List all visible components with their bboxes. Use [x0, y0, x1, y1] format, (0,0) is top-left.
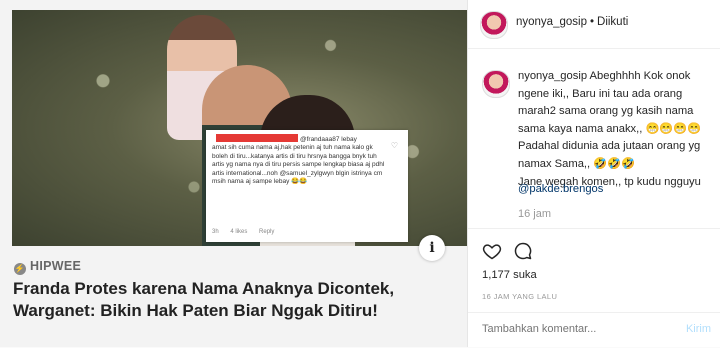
source-label: ⚡ HIPWEE [14, 259, 81, 275]
caption-line-2: Padahal didunia ada jutaan orang yg nama… [518, 140, 701, 170]
header-username[interactable]: nyonya_gosip [516, 16, 587, 28]
instagram-post-frame: @frandaaa87 lebay amat sih cuma nama aj,… [0, 0, 720, 347]
post-details-panel: nyonya_gosip • Diikuti nyonya_gosip Abeghh… [467, 0, 720, 347]
header-separator: • [589, 16, 595, 28]
heart-icon[interactable] [482, 241, 502, 261]
post-actions: 1,177 suka 16 JAM YANG LALU [468, 228, 720, 319]
screenshot-comment-card: @frandaaa87 lebay amat sih cuma nama aj,… [206, 130, 408, 242]
comment-card-meta: 3h 4 likes Reply [212, 228, 284, 236]
comment-card-likes: 4 likes [230, 228, 248, 235]
follow-status[interactable]: Diikuti [597, 16, 628, 28]
article-headline: Franda Protes karena Nama Anaknya Dicont… [13, 279, 395, 320]
comment-card-reply: Reply [259, 228, 275, 235]
comment-card-handle: @frandaaa87 lebay [300, 136, 357, 143]
source-bolt-icon: ⚡ [14, 263, 26, 275]
avatar[interactable] [480, 11, 508, 39]
caption-username[interactable]: nyonya_gosip [518, 70, 587, 82]
heart-outline-icon: ♡ [390, 141, 398, 150]
source-name: HIPWEE [30, 259, 82, 273]
caption-mention-link[interactable]: @pakde.brengos [518, 183, 603, 195]
comment-card-body: @frandaaa87 lebay amat sih cuma nama aj,… [212, 136, 390, 186]
add-comment-bar: Kirim [468, 312, 720, 348]
comment-card-time: 3h [212, 228, 219, 235]
info-icon[interactable]: i [419, 235, 445, 261]
post-date: 16 JAM YANG LALU [482, 292, 558, 301]
post-media-panel: @frandaaa87 lebay amat sih cuma nama aj,… [0, 0, 467, 347]
post-header: nyonya_gosip • Diikuti [468, 0, 720, 49]
caption-time: 16 jam [518, 208, 552, 220]
caption: nyonya_gosip Abeghhhh Kok onok ngene iki… [518, 68, 718, 191]
comment-card-emoji: 😂😂 [291, 178, 308, 186]
post-comment-button[interactable]: Kirim [686, 323, 711, 335]
comment-bubble-icon[interactable] [513, 241, 533, 261]
caption-avatar[interactable] [482, 70, 510, 98]
likes-count[interactable]: 1,177 suka [482, 269, 537, 281]
comment-input[interactable] [482, 323, 672, 335]
post-header-user: nyonya_gosip • Diikuti [516, 16, 628, 28]
